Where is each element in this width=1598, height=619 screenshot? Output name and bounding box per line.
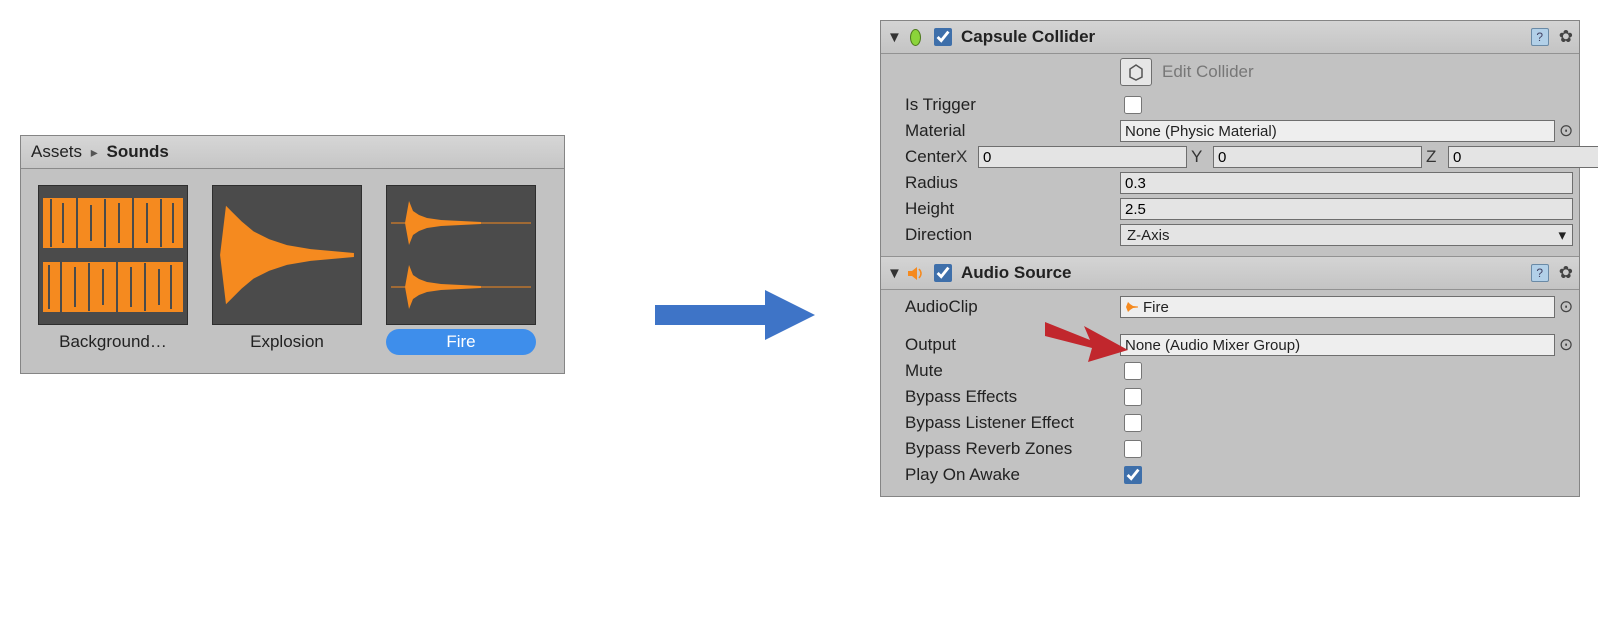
- asset-item-background[interactable]: Background…: [33, 185, 193, 355]
- bypass-effects-checkbox[interactable]: [1124, 388, 1142, 406]
- asset-item-fire[interactable]: Fire: [381, 185, 541, 355]
- component-header-audio[interactable]: ▼ Audio Source ? ✿: [881, 257, 1579, 290]
- direction-value: Z-Axis: [1127, 227, 1170, 244]
- is-trigger-label: Is Trigger: [905, 95, 1120, 115]
- gear-icon[interactable]: ✿: [1555, 263, 1573, 283]
- center-z-input[interactable]: [1448, 146, 1598, 168]
- height-input[interactable]: [1120, 198, 1573, 220]
- waveform-icon: [217, 192, 357, 318]
- audio-body: AudioClip Fire ⊙ Output None (Audio Mixe…: [881, 290, 1579, 496]
- audioclip-value: Fire: [1143, 299, 1169, 316]
- waveform-icon: [43, 193, 183, 253]
- center-y-input[interactable]: [1213, 146, 1422, 168]
- breadcrumb-root[interactable]: Assets: [31, 142, 82, 161]
- foldout-icon[interactable]: ▼: [887, 265, 901, 282]
- waveform-icon: [391, 257, 531, 317]
- material-label: Material: [905, 121, 1120, 141]
- asset-grid: Background… Explosion: [21, 169, 564, 373]
- bypass-listener-checkbox[interactable]: [1124, 414, 1142, 432]
- bypass-reverb-label: Bypass Reverb Zones: [905, 439, 1120, 459]
- z-label: Z: [1426, 147, 1444, 167]
- help-icon[interactable]: ?: [1531, 28, 1549, 46]
- bypass-reverb-checkbox[interactable]: [1124, 440, 1142, 458]
- breadcrumb: Assets ▸ Sounds: [21, 136, 564, 169]
- gear-icon[interactable]: ✿: [1555, 27, 1573, 47]
- component-title: Capsule Collider: [961, 27, 1525, 47]
- drag-arrow-icon: [650, 280, 820, 350]
- waveform-icon: [391, 193, 531, 253]
- component-header-capsule[interactable]: ▼ Capsule Collider ? ✿: [881, 21, 1579, 54]
- edit-collider-button[interactable]: [1120, 58, 1152, 86]
- play-on-awake-label: Play On Awake: [905, 465, 1120, 485]
- inspector-panel: ▼ Capsule Collider ? ✿ Edit Collider Is …: [880, 20, 1580, 497]
- audioclip-label: AudioClip: [905, 297, 1120, 317]
- audioclip-field[interactable]: Fire: [1120, 296, 1555, 318]
- material-value: None (Physic Material): [1125, 123, 1277, 140]
- audioclip-icon: [1125, 301, 1139, 313]
- mute-checkbox[interactable]: [1124, 362, 1142, 380]
- height-label: Height: [905, 199, 1120, 219]
- asset-thumbnail: [386, 185, 536, 325]
- mute-label: Mute: [905, 361, 1120, 381]
- waveform-icon: [43, 257, 183, 317]
- asset-thumbnail: [212, 185, 362, 325]
- object-picker-icon[interactable]: ⊙: [1559, 297, 1573, 317]
- edit-collider-icon: [1127, 63, 1145, 81]
- component-enable-checkbox[interactable]: [934, 264, 952, 282]
- y-label: Y: [1191, 147, 1209, 167]
- component-title: Audio Source: [961, 263, 1525, 283]
- breadcrumb-folder[interactable]: Sounds: [107, 142, 169, 161]
- asset-label: Background…: [38, 329, 188, 355]
- output-label: Output: [905, 335, 1120, 355]
- edit-collider-label: Edit Collider: [1162, 62, 1254, 82]
- asset-thumbnail: [38, 185, 188, 325]
- help-icon[interactable]: ?: [1531, 264, 1549, 282]
- asset-item-explosion[interactable]: Explosion: [207, 185, 367, 355]
- bypass-listener-label: Bypass Listener Effect: [905, 413, 1120, 433]
- chevron-down-icon: ▾: [1558, 226, 1566, 244]
- radius-input[interactable]: [1120, 172, 1573, 194]
- asset-label: Fire: [386, 329, 536, 355]
- radius-label: Radius: [905, 173, 1120, 193]
- capsule-icon: [907, 29, 924, 46]
- center-label: Center: [905, 147, 956, 167]
- object-picker-icon[interactable]: ⊙: [1559, 335, 1573, 355]
- output-field[interactable]: None (Audio Mixer Group): [1120, 334, 1555, 356]
- object-picker-icon[interactable]: ⊙: [1559, 121, 1573, 141]
- breadcrumb-separator-icon: ▸: [87, 144, 102, 160]
- bypass-effects-label: Bypass Effects: [905, 387, 1120, 407]
- is-trigger-checkbox[interactable]: [1124, 96, 1142, 114]
- capsule-body: Edit Collider Is Trigger Material None (…: [881, 54, 1579, 257]
- x-label: X: [956, 147, 974, 167]
- material-field[interactable]: None (Physic Material): [1120, 120, 1555, 142]
- direction-select[interactable]: Z-Axis ▾: [1120, 224, 1573, 246]
- assets-panel: Assets ▸ Sounds: [20, 135, 565, 374]
- output-value: None (Audio Mixer Group): [1125, 337, 1300, 354]
- foldout-icon[interactable]: ▼: [887, 29, 901, 46]
- asset-label: Explosion: [212, 329, 362, 355]
- component-enable-checkbox[interactable]: [934, 28, 952, 46]
- direction-label: Direction: [905, 225, 1120, 245]
- center-x-input[interactable]: [978, 146, 1187, 168]
- play-on-awake-checkbox[interactable]: [1124, 466, 1142, 484]
- speaker-icon: [907, 265, 924, 282]
